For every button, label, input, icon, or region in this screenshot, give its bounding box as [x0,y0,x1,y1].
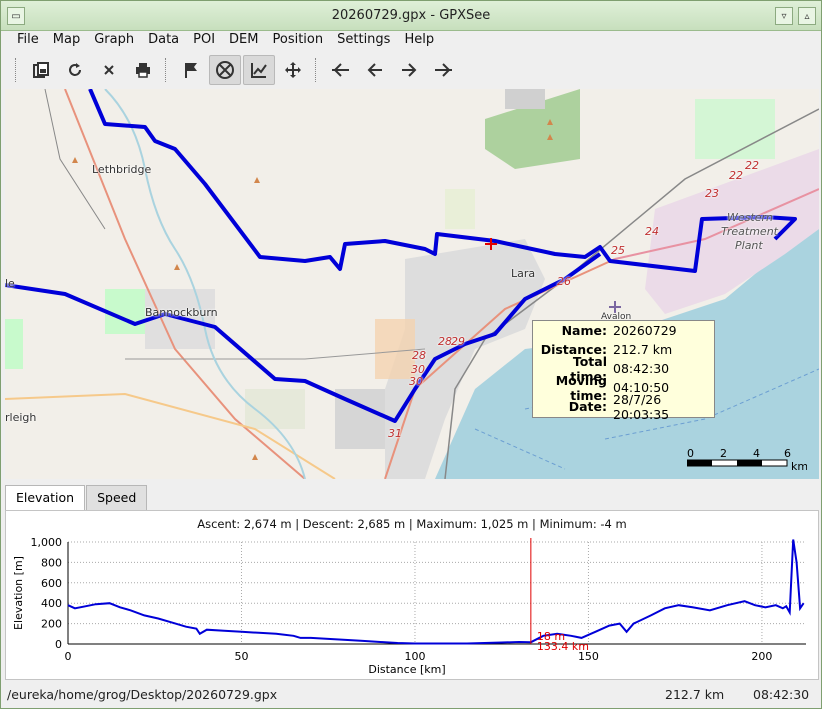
toolbar [1,53,821,87]
map-marker-29: 29 [451,335,465,348]
menu-dem[interactable]: DEM [222,31,265,51]
y-tick-label: 800 [41,556,62,569]
map-marker-23: 23 [705,187,719,200]
status-distance: 212.7 km [665,687,725,702]
graph-tabs: Elevation Speed [5,485,148,511]
map-marker-22a: 22 [745,159,759,172]
map-marker-31: 31 [388,427,402,440]
info-distance-value: 212.7 km [613,342,673,357]
y-tick-label: 200 [41,618,62,631]
show-graphs-icon[interactable] [243,55,275,85]
info-row-name: Name: 20260729 [533,321,714,340]
elevation-chart: 02004006008001,0000 50 100 150 200Distance [… [12,536,806,676]
map-marker-22b: 22 [729,169,743,182]
menu-file[interactable]: File [10,31,46,51]
map-marker-25: 25 [611,244,625,257]
x-tick-label: 100 [404,650,425,663]
info-date-label: Date: [568,399,607,414]
flag-icon[interactable] [175,55,207,85]
x-axis-label: Distance [km] [368,663,445,676]
first-file-icon[interactable] [325,55,357,85]
open-icon[interactable] [25,55,57,85]
tab-speed[interactable]: Speed [86,485,148,511]
info-name-value: 20260729 [613,323,677,338]
scale-tick-4: 4 [753,447,760,460]
print-icon[interactable] [127,55,159,85]
menu-bar: File Map Graph Data POI DEM Position Set… [1,31,821,51]
elevation-graph[interactable]: Ascent: 2,674 m | Descent: 2,685 m | Max… [5,510,819,680]
map-label-le: le [5,277,15,290]
info-total-time-value: 08:42:30 [613,361,670,376]
info-row-date: Date: 28/7/26 20:03:35 [533,392,714,422]
scale-tick-0: 0 [687,447,694,460]
map-scale-bar: 0 2 4 6 km [687,446,807,476]
info-moving-time-label: Moving time: [555,372,607,403]
tab-elevation[interactable]: Elevation [5,485,86,511]
track-info-box: Name: 20260729 Distance: 212.7 km Total … [532,320,715,422]
app-window: ▭ 20260729.gpx - GPXSee ▿ ▵ File Map Gra… [0,0,822,709]
map-marker-26: 26 [557,275,571,288]
scale-tick-2: 2 [720,447,727,460]
scale-unit: km [791,460,807,473]
menu-data[interactable]: Data [141,31,186,51]
menu-help[interactable]: Help [397,31,441,51]
map-label-rleigh: rleigh [5,411,37,424]
map-marker-30b: 30 [409,375,423,388]
window-title: 20260729.gpx - GPXSee [331,8,491,23]
x-tick-label: 0 [65,650,72,663]
map-marker-28b: 28 [412,349,426,362]
map-label-plant: Plant [735,239,763,252]
x-tick-label: 200 [751,650,772,663]
title-bar: ▭ 20260729.gpx - GPXSee ▿ ▵ [1,1,821,31]
menu-poi[interactable]: POI [186,31,222,51]
y-tick-label: 600 [41,577,62,590]
map-marker-28a: 28 [438,335,452,348]
menu-map[interactable]: Map [46,31,87,51]
map-label-lara: Lara [511,267,536,280]
menu-settings[interactable]: Settings [330,31,397,51]
previous-file-icon[interactable] [359,55,391,85]
scale-tick-6: 6 [784,447,791,460]
last-file-icon[interactable] [427,55,459,85]
toolbar-grip-3[interactable] [315,58,319,82]
cursor-distance-label: 133.4 km [537,640,589,653]
fullscreen-icon[interactable] [277,55,309,85]
x-tick-label: 50 [234,650,248,663]
menu-graph[interactable]: Graph [87,31,141,51]
y-tick-label: 0 [55,638,62,651]
close-file-icon[interactable] [93,55,125,85]
map-label-bannockburn: Bannockburn [145,306,218,319]
elevation-line [67,539,805,645]
status-file-path: /eureka/home/grog/Desktop/20260729.gpx [7,687,278,702]
minimize-icon[interactable]: ▿ [775,7,793,25]
info-date-value: 28/7/26 20:03:35 [613,391,670,422]
status-bar: /eureka/home/grog/Desktop/20260729.gpx 2… [1,683,821,707]
reload-icon[interactable] [59,55,91,85]
y-axis-label: Elevation [m] [12,556,25,630]
y-tick-label: 400 [41,597,62,610]
map-view[interactable]: Lethbridge Bannockburn Lara Western Trea… [5,89,819,479]
toolbar-grip[interactable] [15,58,19,82]
hide-map-icon[interactable] [209,55,241,85]
y-tick-label: 1,000 [31,536,63,549]
map-label-lethbridge: Lethbridge [92,163,152,176]
status-time: 08:42:30 [753,687,810,702]
map-marker-24: 24 [645,225,659,238]
menu-position[interactable]: Position [266,31,331,51]
toolbar-grip-2[interactable] [165,58,169,82]
map-label-treatment: Treatment [721,225,778,238]
map-label-western: Western [727,211,773,224]
info-name-label: Name: [561,323,607,338]
next-file-icon[interactable] [393,55,425,85]
maximize-icon[interactable]: ▵ [798,7,816,25]
